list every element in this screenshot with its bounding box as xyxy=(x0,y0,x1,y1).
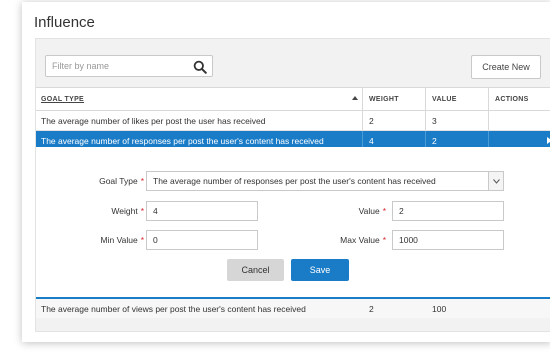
edit-goal-form: Goal Type * The average number of respons… xyxy=(36,147,550,299)
page-title: Influence xyxy=(34,14,95,31)
required-indicator: * xyxy=(140,176,144,186)
search-box xyxy=(45,55,213,77)
required-indicator: * xyxy=(140,206,144,216)
actions-cell xyxy=(489,111,550,130)
required-indicator: * xyxy=(382,206,386,216)
weight-cell: 2 xyxy=(363,111,426,130)
save-button[interactable]: Save xyxy=(291,259,349,281)
goal-type-cell: The average number of views per post the… xyxy=(41,303,306,314)
table-header: GOAL TYPE WEIGHT VALUE ACTIONS xyxy=(36,87,550,111)
weight-field[interactable]: 4 xyxy=(146,201,258,221)
cancel-button[interactable]: Cancel xyxy=(227,259,284,281)
column-header-weight: WEIGHT xyxy=(363,88,426,110)
goal-table-container: Create New GOAL TYPE WEIGHT VALUE ACTION… xyxy=(35,38,550,332)
min-value-label: Min Value * xyxy=(100,235,144,245)
create-new-button[interactable]: Create New xyxy=(471,55,541,79)
search-input[interactable] xyxy=(46,56,192,76)
weight-cell: 2 xyxy=(369,303,374,314)
column-header-goal-type-label: GOAL TYPE xyxy=(41,95,85,103)
required-indicator: * xyxy=(140,235,144,245)
column-header-actions: ACTIONS xyxy=(495,95,529,103)
min-value-field[interactable]: 0 xyxy=(146,230,258,250)
influence-panel: Influence Create New GOAL TYPE WEIGHT VA… xyxy=(22,2,550,342)
table-row[interactable]: The average number of likes per post the… xyxy=(36,111,550,131)
column-header-value: VALUE xyxy=(426,88,489,110)
required-indicator: * xyxy=(382,235,386,245)
goals-table: GOAL TYPE WEIGHT VALUE ACTIONS The avera… xyxy=(36,87,550,150)
goal-type-select-value: The average number of responses per post… xyxy=(153,176,436,186)
max-value-label: Max Value * xyxy=(340,235,386,245)
value-cell: 100 xyxy=(432,303,447,314)
weight-label: Weight * xyxy=(111,206,144,216)
value-field[interactable]: 2 xyxy=(392,201,504,221)
column-header-goal-type[interactable]: GOAL TYPE xyxy=(36,88,363,110)
table-row[interactable]: The average number of views per post the… xyxy=(36,299,550,318)
goal-type-cell: The average number of likes per post the… xyxy=(36,111,363,130)
max-value-field[interactable]: 1000 xyxy=(392,230,504,250)
chevron-down-icon[interactable] xyxy=(488,172,503,190)
goal-type-label: Goal Type * xyxy=(99,176,144,186)
sort-ascending-icon[interactable] xyxy=(352,96,358,100)
search-icon[interactable] xyxy=(193,60,207,74)
value-label: Value * xyxy=(358,206,386,216)
value-cell: 3 xyxy=(426,111,489,130)
goal-type-select[interactable]: The average number of responses per post… xyxy=(146,171,504,191)
